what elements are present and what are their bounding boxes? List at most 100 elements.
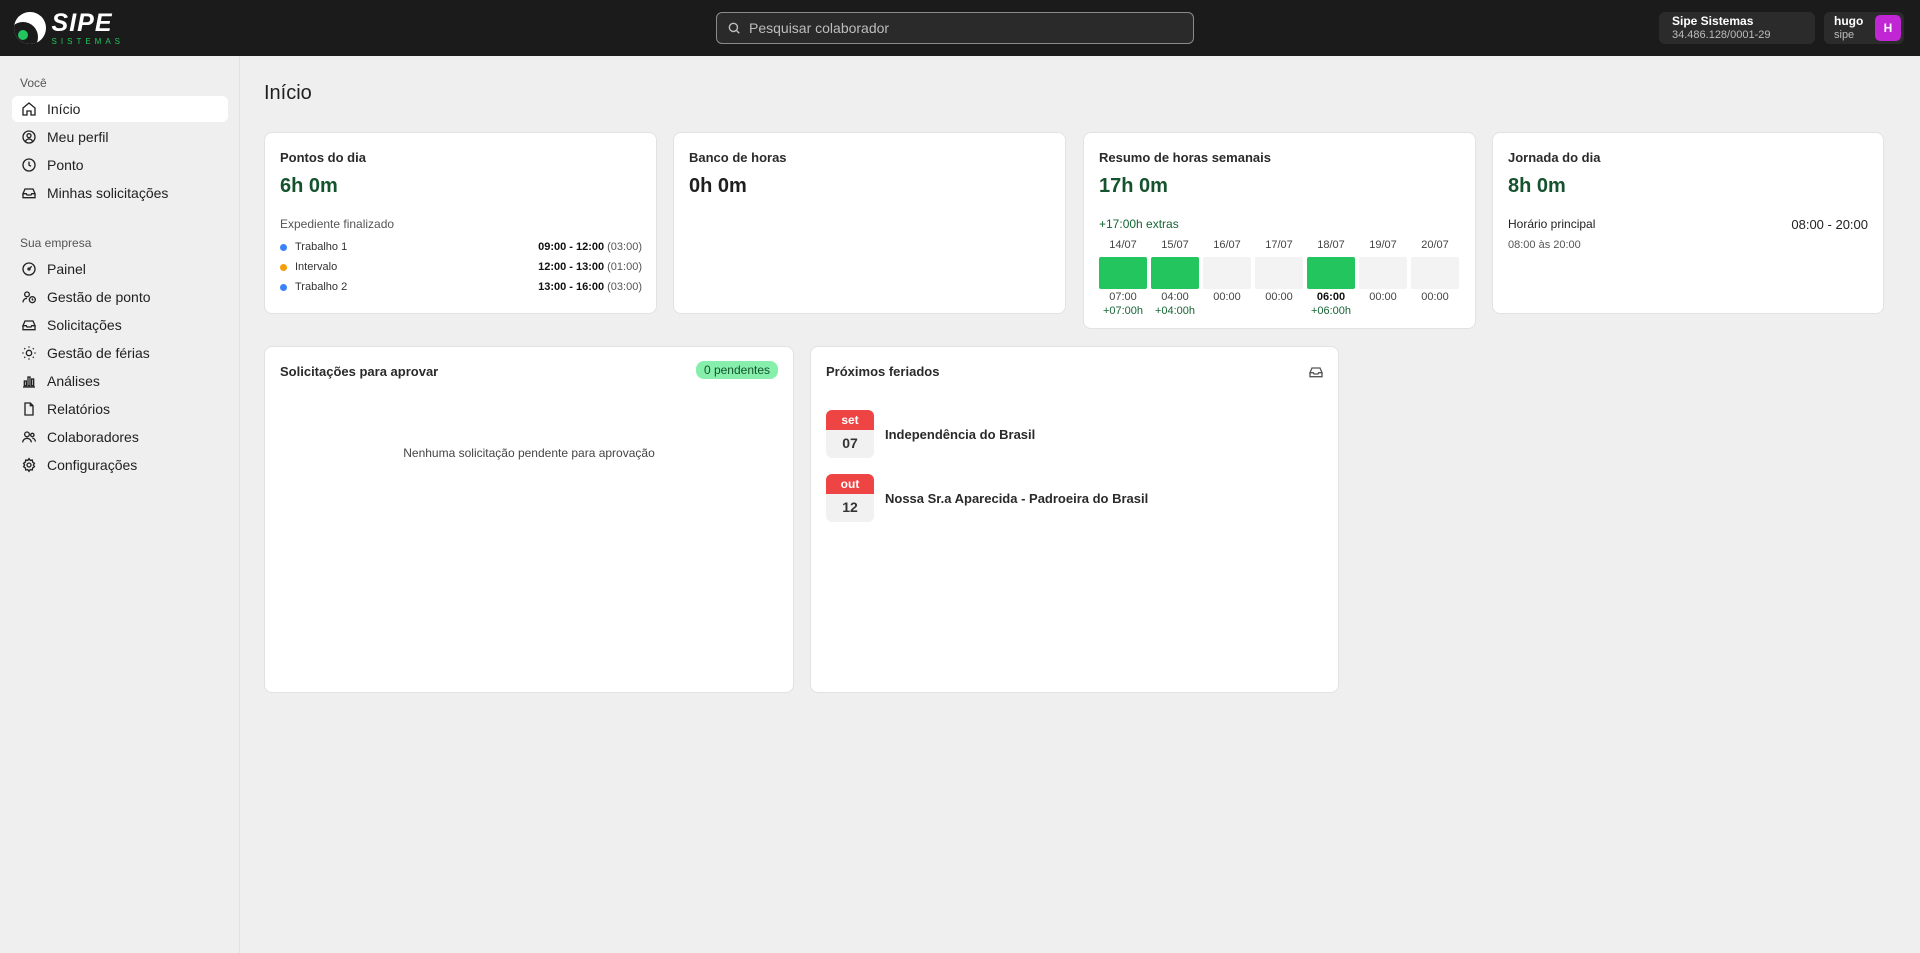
week-extra: [1359, 305, 1407, 319]
week-date: 17/07: [1265, 239, 1293, 251]
sidebar-item-meu-perfil[interactable]: Meu perfil: [12, 124, 228, 150]
sidebar-item-label: Análises: [47, 373, 100, 389]
week-day-column: 20/07 00:00: [1411, 239, 1459, 319]
card-title: Banco de horas: [689, 150, 787, 165]
week-date: 18/07: [1317, 239, 1345, 251]
inbox-icon: [21, 188, 37, 199]
sidebar-item-label: Meu perfil: [47, 129, 109, 145]
punch-label: Trabalho 1: [295, 241, 348, 253]
week-date: 14/07: [1109, 239, 1137, 251]
holiday-month: set: [826, 410, 874, 430]
sidebar-item-painel[interactable]: Painel: [12, 256, 228, 282]
holiday-item: set 07 Independência do Brasil: [826, 410, 1035, 458]
punch-label: Intervalo: [295, 261, 338, 273]
inbox-icon: [21, 320, 37, 331]
punch-label: Trabalho 2: [295, 281, 348, 293]
week-date: 19/07: [1369, 239, 1397, 251]
sun-icon: [22, 346, 36, 360]
sidebar-item-ponto[interactable]: Ponto: [12, 152, 228, 178]
status-dot: [280, 263, 287, 271]
company-selector[interactable]: Sipe Sistemas 34.486.128/0001-29: [1659, 12, 1815, 44]
week-hours: 07:00: [1109, 291, 1137, 303]
holidays-card: Próximos feriados set 07 Independência d…: [810, 346, 1339, 693]
punch-duration: (03:00): [607, 241, 642, 253]
sidebar-item-analises[interactable]: Análises: [12, 368, 228, 394]
user-circle-icon: [22, 130, 36, 144]
week-extra: [1203, 305, 1251, 319]
week-hours: 00:00: [1213, 291, 1241, 303]
sidebar: Você Início Meu perfil Ponto Minhas soli…: [0, 56, 240, 953]
bar-chart-icon: [23, 376, 35, 388]
sidebar-item-label: Colaboradores: [47, 429, 139, 445]
week-date: 20/07: [1421, 239, 1449, 251]
sidebar-item-solicitacoes[interactable]: Solicitações: [12, 312, 228, 338]
punch-row: Intervalo 12:00 - 13:00 (01:00): [280, 259, 642, 275]
users-clock-icon: [22, 291, 36, 304]
card-title: Solicitações para aprovar: [280, 364, 439, 379]
holiday-item: out 12 Nossa Sr.a Aparecida - Padroeira …: [826, 474, 1148, 522]
punch-duration: (01:00): [607, 261, 642, 273]
card-title: Pontos do dia: [280, 150, 366, 165]
week-hours-bar: [1099, 257, 1147, 289]
card-title: Resumo de horas semanais: [1099, 150, 1271, 165]
sidebar-item-gestao-de-ponto[interactable]: Gestão de ponto: [12, 284, 228, 310]
week-hours-bar: [1151, 257, 1199, 289]
sidebar-item-label: Relatórios: [47, 401, 111, 417]
sidebar-item-label: Configurações: [47, 457, 138, 473]
status-dot: [280, 283, 287, 291]
week-extra: +04:00h: [1154, 305, 1196, 317]
sidebar-item-relatorios[interactable]: Relatórios: [12, 396, 228, 422]
schedule-detail: 08:00 às 20:00: [1508, 239, 1581, 251]
sidebar-item-colaboradores[interactable]: Colaboradores: [12, 424, 228, 450]
week-hours-bar: [1411, 257, 1459, 289]
sipe-logo[interactable]: SIPE SISTEMAS: [14, 10, 124, 46]
sidebar-item-label: Minhas solicitações: [47, 185, 169, 201]
inbox-icon[interactable]: [1308, 364, 1324, 380]
week-hours: 06:00: [1316, 291, 1346, 303]
avatar[interactable]: H: [1875, 15, 1901, 41]
sidebar-item-inicio[interactable]: Início: [12, 96, 228, 122]
sidebar-section-you: Você: [20, 76, 47, 90]
logo-mark-icon: [14, 12, 46, 44]
week-extra: [1255, 305, 1303, 319]
weekly-extras: +17:00h extras: [1099, 217, 1179, 231]
holiday-day: 07: [842, 435, 858, 451]
search-box[interactable]: [716, 12, 1194, 44]
card-title: Próximos feriados: [826, 364, 940, 379]
sidebar-item-configuracoes[interactable]: Configurações: [12, 452, 228, 478]
punch-range: 12:00 - 13:00: [538, 261, 605, 273]
week-day-column: 18/07 06:00 +06:00h: [1307, 239, 1355, 319]
logo-text: SIPE: [51, 8, 113, 37]
week-day-column: 19/07 00:00: [1359, 239, 1407, 319]
week-hours-bar: [1255, 257, 1303, 289]
week-hours: 04:00: [1161, 291, 1189, 303]
sidebar-item-gestao-de-ferias[interactable]: Gestão de férias: [12, 340, 228, 366]
calendar-badge: set 07: [826, 410, 874, 458]
weekly-total: 17h 0m: [1099, 175, 1168, 197]
file-icon: [24, 402, 34, 416]
page-title: Início: [264, 82, 312, 104]
week-day-column: 17/07 00:00: [1255, 239, 1303, 319]
schedule-label: Horário principal: [1508, 217, 1596, 231]
company-cnpj: 34.486.128/0001-29: [1672, 29, 1771, 41]
week-day-column: 14/07 07:00 +07:00h: [1099, 239, 1147, 319]
user-menu[interactable]: hugo sipe H: [1824, 12, 1904, 44]
pending-badge: 0 pendentes: [695, 361, 778, 379]
week-date: 16/07: [1213, 239, 1241, 251]
week-date: 15/07: [1161, 239, 1189, 251]
week-hours: 00:00: [1265, 291, 1293, 303]
sidebar-item-label: Início: [47, 101, 81, 117]
holiday-month: out: [826, 474, 874, 494]
sidebar-item-label: Gestão de férias: [47, 345, 150, 361]
search-icon: [728, 22, 740, 34]
search-input[interactable]: [749, 20, 1169, 36]
sidebar-item-minhas-solicitacoes[interactable]: Minhas solicitações: [12, 180, 228, 206]
week-day-column: 15/07 04:00 +04:00h: [1151, 239, 1199, 319]
holiday-name: Independência do Brasil: [885, 426, 1036, 442]
sidebar-item-label: Painel: [47, 261, 86, 277]
sidebar-item-label: Solicitações: [47, 317, 122, 333]
users-icon: [22, 431, 36, 443]
schedule-range: 08:00 - 20:00: [1791, 217, 1868, 232]
week-extra: [1411, 305, 1459, 319]
punch-range: 09:00 - 12:00: [538, 241, 605, 253]
